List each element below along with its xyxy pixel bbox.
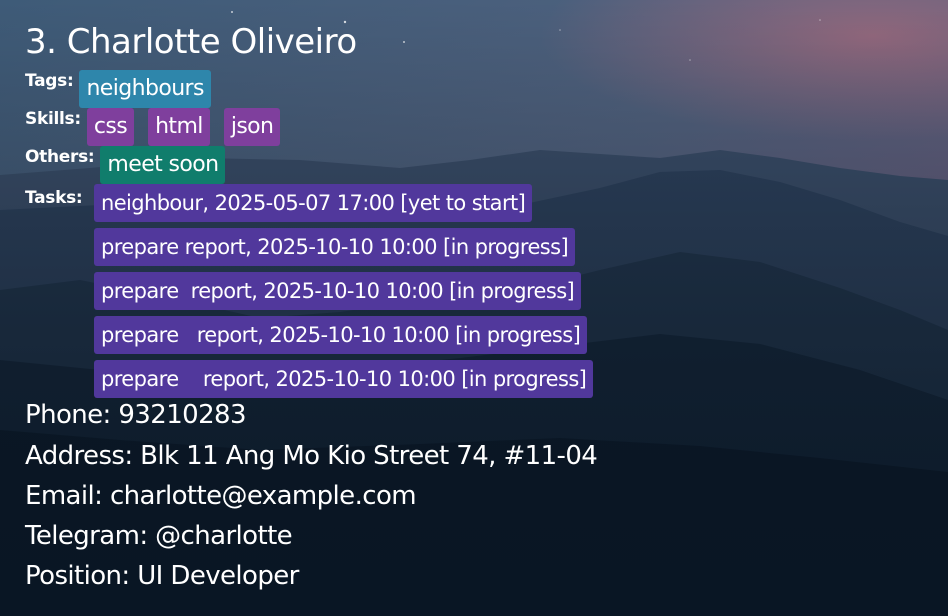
task-chip: prepare report, 2025-10-10 10:00 [in pro… [94,316,588,354]
task-chip: prepare report, 2025-10-10 10:00 [in pro… [94,272,582,310]
task-chip: neighbour, 2025-05-07 17:00 [yet to star… [94,184,533,222]
skills-list: css html json [86,108,281,146]
skills-label: Skills: [25,109,81,129]
tasks-label: Tasks: [25,188,83,208]
skills-row: Skills: css html json [25,108,281,146]
skill-chip: json [223,108,281,146]
phone-field: Phone: 93210283 [25,400,247,430]
tags-label: Tags: [25,71,74,91]
others-label: Others: [25,147,95,167]
other-chip: meet soon [100,146,226,184]
address-field: Address: Blk 11 Ang Mo Kio Street 74, #1… [25,441,598,471]
tags-list: neighbours [79,70,211,108]
task-chip: prepare report, 2025-10-10 10:00 [in pro… [94,228,576,266]
others-row: Others: meet soon [25,146,226,184]
person-card[interactable]: 3. Charlotte Oliveiro Tags: neighbours S… [0,0,948,616]
tasks-list: neighbour, 2025-05-07 17:00 [yet to star… [94,184,594,404]
tag-chip: neighbours [79,70,211,108]
email-field: Email: charlotte@example.com [25,481,417,511]
tags-row: Tags: neighbours [25,70,211,108]
telegram-field: Telegram: @charlotte [25,521,293,551]
person-name: 3. Charlotte Oliveiro [25,22,357,62]
position-field: Position: UI Developer [25,561,299,591]
skill-chip: html [148,108,210,146]
task-chip: prepare report, 2025-10-10 10:00 [in pro… [94,360,594,398]
skill-chip: css [86,108,135,146]
others-list: meet soon [100,146,226,184]
